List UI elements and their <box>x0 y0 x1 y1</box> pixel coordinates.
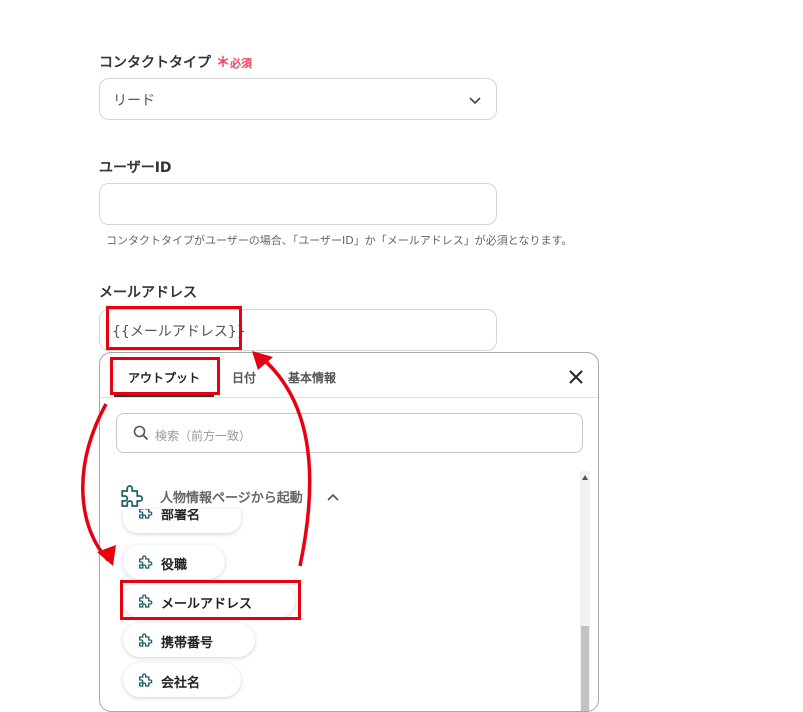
group-label: 人物情報ページから起動 <box>160 491 303 506</box>
tab-date[interactable]: 日付 <box>232 369 256 386</box>
scroll-thumb[interactable] <box>581 626 589 711</box>
email-value: {{メールアドレス}} <box>112 324 246 340</box>
list-item-label: 役職 <box>161 558 188 573</box>
search-input[interactable]: 検索（前方一致） <box>116 413 583 453</box>
contact-type-select[interactable]: リード <box>99 78 497 120</box>
search-icon <box>133 425 149 441</box>
chevron-down-icon <box>469 97 481 105</box>
list-item[interactable]: 会社名 <box>123 663 241 697</box>
puzzle-icon <box>139 594 153 608</box>
search-placeholder: 検索（前方一致） <box>155 429 252 443</box>
close-icon[interactable] <box>568 369 584 385</box>
variable-picker-panel: アウトプット 日付 基本情報 検索（前方一致） 人物情報ページから起動 部署名 <box>99 352 599 712</box>
list-item-label: 部署名 <box>161 509 201 523</box>
required-star: ＊ <box>216 55 230 71</box>
group-header[interactable]: 人物情報ページから起動 <box>116 481 416 511</box>
list-item[interactable]: 部署名 <box>123 509 241 533</box>
user-id-label: ユーザーID <box>99 160 172 176</box>
puzzle-icon <box>139 673 153 687</box>
list-item-email[interactable]: メールアドレス <box>123 584 295 618</box>
puzzle-icon <box>139 509 153 519</box>
email-label: メールアドレス <box>99 285 197 301</box>
user-id-input[interactable] <box>99 183 497 225</box>
contact-type-label-text: コンタクトタイプ <box>99 55 211 71</box>
list-item-label: 会社名 <box>161 676 201 691</box>
list-item[interactable]: 携帯番号 <box>123 623 255 657</box>
scrollbar[interactable] <box>580 471 590 711</box>
required-text: 必須 <box>230 57 252 70</box>
list-item-label: メールアドレス <box>161 597 253 612</box>
puzzle-icon <box>139 555 153 569</box>
active-tab-indicator <box>114 394 214 397</box>
tab-bar: アウトプット 日付 基本情報 <box>100 353 598 398</box>
tab-basic-info[interactable]: 基本情報 <box>288 369 336 386</box>
contact-type-value: リード <box>113 93 155 109</box>
user-id-hint: コンタクトタイプがユーザーの場合、「ユーザーID」か「メールアドレス」が必須とな… <box>106 234 573 247</box>
list-item-label: 携帯番号 <box>161 636 214 651</box>
puzzle-icon <box>121 485 144 507</box>
email-input[interactable]: {{メールアドレス}} <box>99 309 497 351</box>
contact-type-label: コンタクトタイプ ＊必須 <box>99 52 252 72</box>
chevron-up-icon[interactable] <box>327 492 339 502</box>
tab-output[interactable]: アウトプット <box>128 369 200 386</box>
list-item[interactable]: 役職 <box>123 545 225 579</box>
scroll-up-arrow-icon[interactable] <box>582 475 588 480</box>
puzzle-icon <box>139 633 153 647</box>
